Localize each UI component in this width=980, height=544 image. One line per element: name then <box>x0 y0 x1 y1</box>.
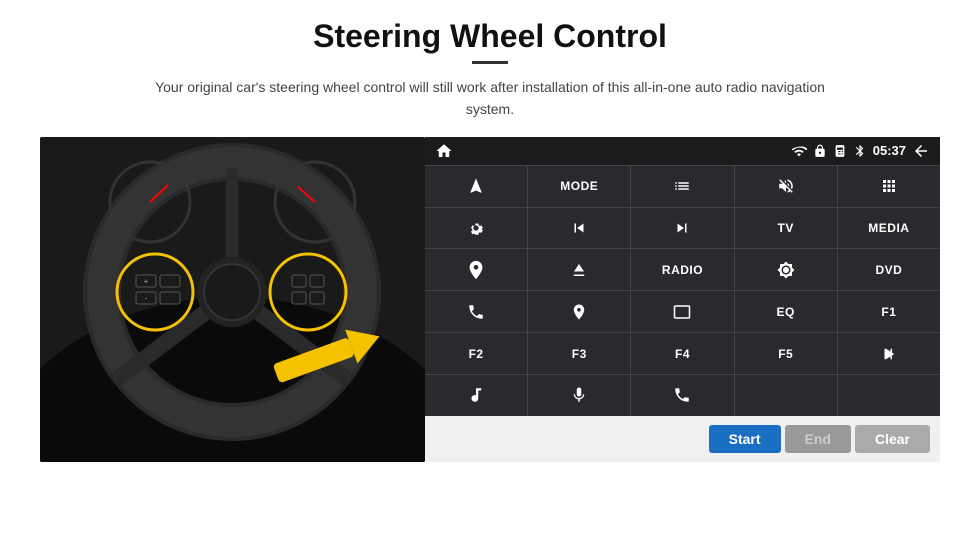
btn-mic[interactable] <box>528 375 630 416</box>
btn-phonecall[interactable] <box>631 375 733 416</box>
btn-f2[interactable]: F2 <box>425 333 527 374</box>
btn-media[interactable]: MEDIA <box>838 208 940 249</box>
btn-phone[interactable] <box>425 291 527 332</box>
status-bar-right: 05:37 <box>791 142 930 160</box>
btn-brightness[interactable] <box>735 249 837 290</box>
page-container: Steering Wheel Control Your original car… <box>0 0 980 544</box>
btn-dvd[interactable]: DVD <box>838 249 940 290</box>
clear-button[interactable]: Clear <box>855 425 930 453</box>
status-bar-left <box>435 142 453 160</box>
btn-mode[interactable]: MODE <box>528 166 630 207</box>
btn-radio[interactable]: RADIO <box>631 249 733 290</box>
btn-music[interactable] <box>425 375 527 416</box>
back-icon <box>912 142 930 160</box>
wifi-icon <box>791 143 807 159</box>
btn-screen[interactable] <box>631 291 733 332</box>
btn-prev[interactable] <box>528 208 630 249</box>
bluetooth-icon <box>853 144 867 158</box>
btn-list[interactable] <box>631 166 733 207</box>
btn-f5[interactable]: F5 <box>735 333 837 374</box>
lock-icon <box>813 144 827 158</box>
svg-text:-: - <box>145 294 148 303</box>
btn-f3[interactable]: F3 <box>528 333 630 374</box>
title-divider <box>472 61 508 64</box>
btn-next[interactable] <box>631 208 733 249</box>
page-title: Steering Wheel Control <box>313 18 667 55</box>
control-panel: 05:37 MODE <box>425 137 940 462</box>
btn-navigate[interactable] <box>425 166 527 207</box>
btn-settings[interactable] <box>425 208 527 249</box>
btn-navi[interactable] <box>528 291 630 332</box>
btn-tv[interactable]: TV <box>735 208 837 249</box>
steering-wheel-image: + - <box>40 137 425 462</box>
empty-cell-2 <box>838 375 940 416</box>
btn-mute[interactable] <box>735 166 837 207</box>
btn-f4[interactable]: F4 <box>631 333 733 374</box>
content-area: + - <box>40 137 940 462</box>
end-button[interactable]: End <box>785 425 851 453</box>
empty-cell-1 <box>735 375 837 416</box>
btn-apps[interactable] <box>838 166 940 207</box>
button-grid: MODE <box>425 165 940 416</box>
sim-icon <box>833 144 847 158</box>
btn-playpause[interactable] <box>838 333 940 374</box>
btn-360cam[interactable] <box>425 249 527 290</box>
page-subtitle: Your original car's steering wheel contr… <box>150 76 830 121</box>
status-bar: 05:37 <box>425 137 940 165</box>
svg-text:+: + <box>144 277 149 286</box>
btn-eq[interactable]: EQ <box>735 291 837 332</box>
btn-f1[interactable]: F1 <box>838 291 940 332</box>
time-display: 05:37 <box>873 143 906 158</box>
start-button[interactable]: Start <box>709 425 781 453</box>
btn-eject[interactable] <box>528 249 630 290</box>
home-icon <box>435 142 453 160</box>
action-bar: Start End Clear <box>425 416 940 462</box>
